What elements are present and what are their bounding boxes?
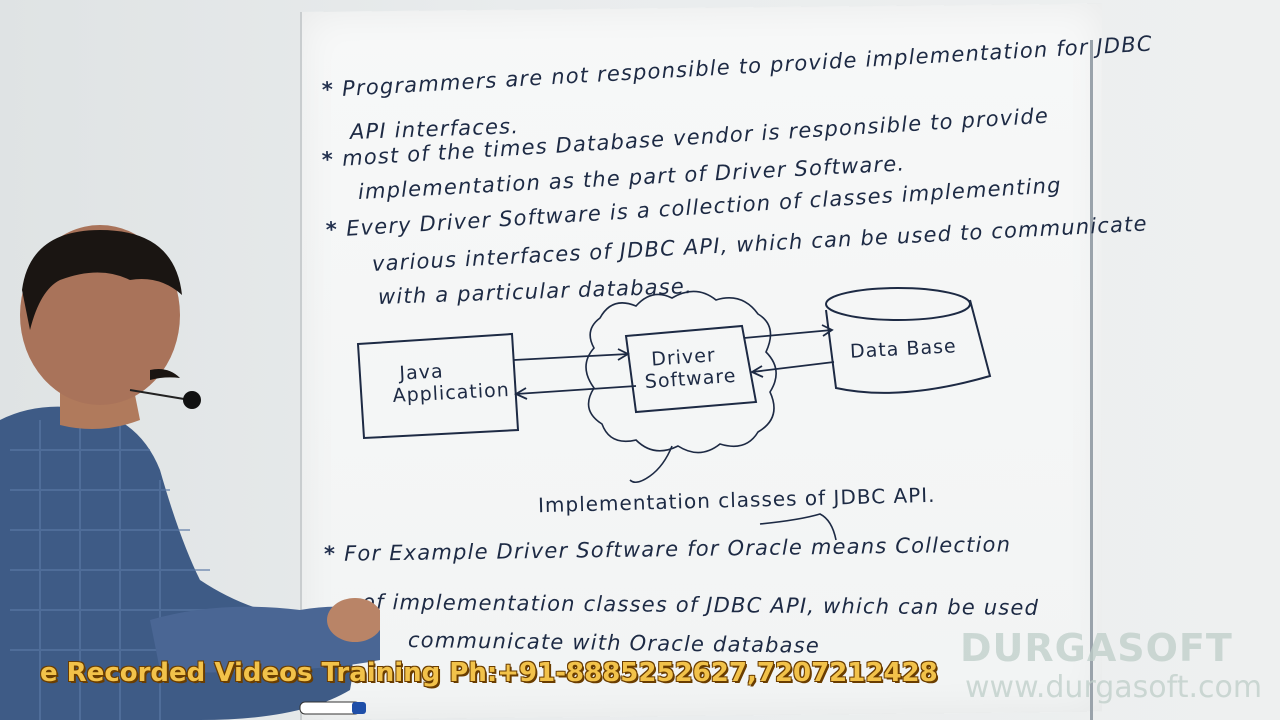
arrow-db-to-driver (751, 361, 835, 373)
java-box-label: Java Application (391, 357, 510, 407)
database-top (825, 287, 971, 321)
arrow-java-to-driver (513, 353, 629, 361)
durgasoft-url-watermark: www.durgasoft.com (965, 670, 1263, 705)
presenter-mustache (150, 369, 180, 380)
microphone-icon (183, 391, 201, 409)
training-banner: e Recorded Videos Training Ph:+91-888525… (40, 658, 938, 688)
driver-box-label: Driver Software (643, 343, 737, 393)
presenter (0, 225, 380, 720)
cloud-tail (629, 445, 673, 484)
arrow-driver-to-db (743, 329, 833, 339)
marker-pen (299, 701, 361, 715)
durgasoft-watermark: DURGASOFT (960, 626, 1233, 670)
microphone-wire (129, 389, 191, 401)
arrow-driver-to-java (515, 385, 637, 395)
marker-cap (352, 702, 366, 714)
